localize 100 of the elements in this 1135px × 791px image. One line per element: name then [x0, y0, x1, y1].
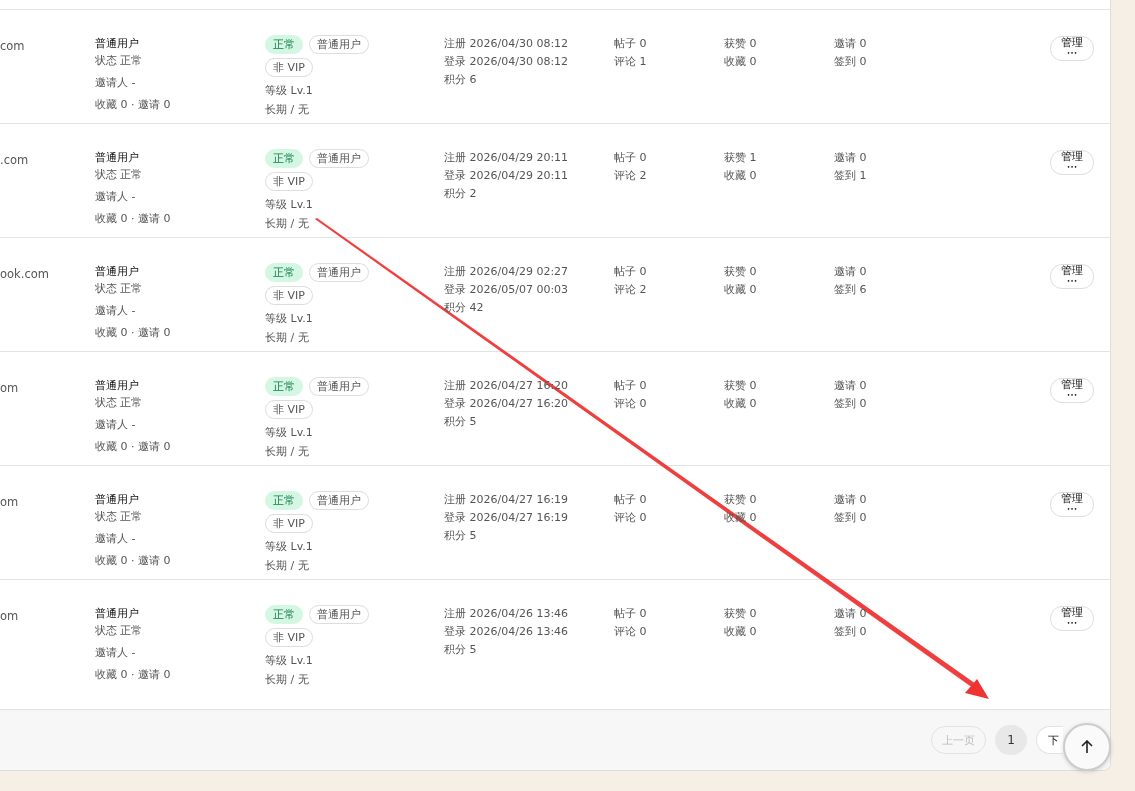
user-email: com: [0, 39, 25, 53]
arrow-up-icon: [1081, 740, 1093, 754]
level-text: 等级 Lv.1: [265, 197, 313, 213]
likes-count: 获赞 1: [724, 150, 757, 166]
points-text: 积分 5: [444, 414, 477, 430]
status-badge: 正常: [265, 35, 303, 54]
likes-count: 获赞 0: [724, 492, 757, 508]
inviter-text: 邀请人 -: [95, 75, 136, 91]
status-text: 状态 正常: [95, 395, 143, 411]
status-text: 状态 正常: [95, 53, 143, 69]
posts-count: 帖子 0: [614, 36, 647, 52]
checkins-count: 签到 0: [834, 54, 867, 70]
invites-count: 邀请 0: [834, 378, 867, 394]
login-time: 登录 2026/04/29 20:11: [444, 168, 569, 184]
login-time: 登录 2026/04/30 08:12: [444, 54, 569, 70]
user-email: om: [0, 495, 19, 509]
counts-text: 收藏 0 · 邀请 0: [95, 97, 171, 113]
likes-count: 获赞 0: [724, 264, 757, 280]
comments-count: 评论 0: [614, 396, 647, 412]
inviter-text: 邀请人 -: [95, 645, 136, 661]
term-text: 长期 / 无: [265, 330, 309, 346]
register-time: 注册 2026/04/30 08:12: [444, 36, 569, 52]
user-email: .com: [0, 153, 29, 167]
term-text: 长期 / 无: [265, 444, 309, 460]
checkins-count: 签到 0: [834, 510, 867, 526]
comments-count: 评论 2: [614, 168, 647, 184]
invites-count: 邀请 0: [834, 606, 867, 622]
term-text: 长期 / 无: [265, 216, 309, 232]
posts-count: 帖子 0: [614, 492, 647, 508]
level-text: 等级 Lv.1: [265, 539, 313, 555]
status-text: 状态 正常: [95, 167, 143, 183]
posts-count: 帖子 0: [614, 150, 647, 166]
status-text: 状态 正常: [95, 281, 143, 297]
counts-text: 收藏 0 · 邀请 0: [95, 325, 171, 341]
checkins-count: 签到 0: [834, 624, 867, 640]
status-text: 状态 正常: [95, 509, 143, 525]
user-role: 普通用户: [95, 606, 139, 622]
level-text: 等级 Lv.1: [265, 311, 313, 327]
favorites-count: 收藏 0: [724, 624, 757, 640]
checkins-count: 签到 1: [834, 168, 867, 184]
status-badge: 正常: [265, 377, 303, 396]
user-email: om: [0, 381, 19, 395]
counts-text: 收藏 0 · 邀请 0: [95, 553, 171, 569]
status-badge: 正常: [265, 605, 303, 624]
posts-count: 帖子 0: [614, 378, 647, 394]
likes-count: 获赞 0: [724, 378, 757, 394]
register-time: 注册 2026/04/29 20:11: [444, 150, 569, 166]
points-text: 积分 5: [444, 642, 477, 658]
invites-count: 邀请 0: [834, 492, 867, 508]
next-page-button[interactable]: 下: [1036, 726, 1063, 754]
comments-count: 评论 0: [614, 510, 647, 526]
favorites-count: 收藏 0: [724, 54, 757, 70]
login-time: 登录 2026/04/27 16:19: [444, 510, 569, 526]
user-role: 普通用户: [95, 492, 139, 508]
favorites-count: 收藏 0: [724, 168, 757, 184]
points-text: 积分 2: [444, 186, 477, 202]
term-text: 长期 / 无: [265, 558, 309, 574]
checkins-count: 签到 0: [834, 396, 867, 412]
page-number[interactable]: 1: [995, 725, 1027, 755]
user-email: om: [0, 609, 19, 623]
points-text: 积分 42: [444, 300, 484, 316]
invites-count: 邀请 0: [834, 264, 867, 280]
inviter-text: 邀请人 -: [95, 303, 136, 319]
register-time: 注册 2026/04/29 02:27: [444, 264, 569, 280]
user-role: 普通用户: [95, 150, 139, 166]
counts-text: 收藏 0 · 邀请 0: [95, 439, 171, 455]
favorites-count: 收藏 0: [724, 396, 757, 412]
term-text: 长期 / 无: [265, 672, 309, 688]
login-time: 登录 2026/04/26 13:46: [444, 624, 569, 640]
favorites-count: 收藏 0: [724, 282, 757, 298]
level-text: 等级 Lv.1: [265, 425, 313, 441]
login-time: 登录 2026/05/07 00:03: [444, 282, 569, 298]
comments-count: 评论 2: [614, 282, 647, 298]
status-badge: 正常: [265, 491, 303, 510]
points-text: 积分 5: [444, 528, 477, 544]
posts-count: 帖子 0: [614, 264, 647, 280]
counts-text: 收藏 0 · 邀请 0: [95, 211, 171, 227]
invites-count: 邀请 0: [834, 36, 867, 52]
inviter-text: 邀请人 -: [95, 531, 136, 547]
term-text: 长期 / 无: [265, 102, 309, 118]
comments-count: 评论 1: [614, 54, 647, 70]
level-text: 等级 Lv.1: [265, 653, 313, 669]
inviter-text: 邀请人 -: [95, 189, 136, 205]
status-text: 状态 正常: [95, 623, 143, 639]
counts-text: 收藏 0 · 邀请 0: [95, 667, 171, 683]
status-badge: 正常: [265, 149, 303, 168]
user-email: ook.com: [0, 267, 49, 281]
level-text: 等级 Lv.1: [265, 83, 313, 99]
inviter-text: 邀请人 -: [95, 417, 136, 433]
checkins-count: 签到 6: [834, 282, 867, 298]
likes-count: 获赞 0: [724, 36, 757, 52]
posts-count: 帖子 0: [614, 606, 647, 622]
user-role: 普通用户: [95, 264, 139, 280]
login-time: 登录 2026/04/27 16:20: [444, 396, 569, 412]
register-time: 注册 2026/04/27 16:19: [444, 492, 569, 508]
register-time: 注册 2026/04/26 13:46: [444, 606, 569, 622]
comments-count: 评论 0: [614, 624, 647, 640]
status-badge: 正常: [265, 263, 303, 282]
user-role: 普通用户: [95, 36, 139, 52]
points-text: 积分 6: [444, 72, 477, 88]
